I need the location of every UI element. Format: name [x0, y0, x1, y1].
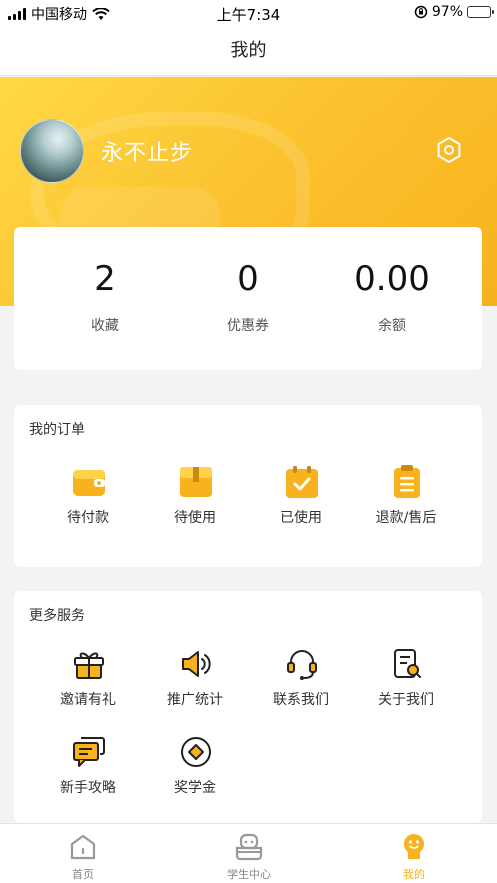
service-promotion-stats[interactable]: 推广统计	[142, 647, 248, 711]
service-label: 联系我们	[273, 692, 329, 708]
service-invite[interactable]: 邀请有礼	[35, 647, 141, 711]
service-label: 新手攻略	[60, 780, 116, 796]
order-label: 待使用	[174, 510, 216, 526]
username[interactable]: 永不止步	[101, 135, 193, 167]
stat-value: 2	[94, 259, 116, 299]
status-right: 97%	[414, 4, 494, 20]
avatar[interactable]	[20, 119, 84, 183]
coin-icon	[181, 737, 211, 767]
document-search-icon	[394, 649, 421, 678]
service-label: 关于我们	[378, 692, 434, 708]
nav-bar: 我的	[0, 26, 497, 76]
order-label: 已使用	[280, 510, 322, 526]
battery-icon	[467, 6, 494, 18]
student-center-icon	[235, 833, 263, 861]
wallet-icon	[73, 470, 105, 496]
battery-percent: 97%	[431, 4, 463, 20]
order-to-use[interactable]: 待使用	[142, 465, 248, 535]
stats-card: 2 收藏 0 优惠券 0.00 余额	[14, 227, 482, 370]
home-icon	[70, 834, 96, 860]
service-about[interactable]: 关于我们	[353, 647, 459, 711]
tab-label: 首页	[72, 868, 94, 881]
headset-icon	[287, 650, 317, 680]
tab-student-center[interactable]: 学生中心	[166, 824, 332, 883]
order-used[interactable]: 已使用	[248, 465, 354, 535]
order-label: 待付款	[67, 510, 109, 526]
orientation-lock-icon	[414, 5, 428, 19]
tab-home[interactable]: 首页	[0, 824, 166, 883]
speaker-icon	[182, 651, 211, 677]
service-label: 邀请有礼	[60, 692, 116, 708]
stat-value: 0	[237, 259, 259, 299]
service-guide[interactable]: 新手攻略	[35, 735, 141, 799]
stat-label: 余额	[378, 318, 406, 334]
stat-label: 收藏	[91, 318, 119, 334]
refund-clipboard-icon	[394, 465, 420, 498]
settings-hexagon-icon	[437, 136, 461, 164]
gift-icon	[74, 652, 104, 679]
order-pending-payment[interactable]: 待付款	[35, 465, 141, 535]
service-label: 奖学金	[174, 780, 216, 796]
chat-bubbles-icon	[73, 737, 105, 767]
services-title: 更多服务	[29, 608, 85, 624]
tab-label: 学生中心	[227, 868, 271, 881]
stat-value: 0.00	[354, 259, 430, 299]
page-title: 我的	[230, 40, 267, 61]
checked-clipboard-icon	[286, 466, 318, 498]
tab-mine[interactable]: 我的	[331, 824, 497, 883]
mine-icon	[404, 834, 424, 859]
tab-label: 我的	[403, 868, 425, 881]
order-refund[interactable]: 退款/售后	[353, 465, 459, 535]
services-card: 更多服务 邀请有礼 推广统计 联系我们 关于我们 新手攻略 奖学金	[14, 591, 482, 823]
box-icon	[180, 467, 212, 497]
service-label: 推广统计	[167, 692, 223, 708]
service-scholarship[interactable]: 奖学金	[142, 735, 248, 799]
settings-button[interactable]	[434, 135, 464, 165]
orders-title: 我的订单	[29, 422, 85, 438]
order-label: 退款/售后	[375, 510, 437, 526]
orders-card: 我的订单 待付款 待使用 已使用 退款/售后	[14, 405, 482, 567]
status-bar: 中国移动 上午7:34 97%	[0, 0, 497, 26]
service-contact[interactable]: 联系我们	[248, 647, 354, 711]
tab-bar: 首页 学生中心 我的	[0, 823, 497, 883]
stat-label: 优惠券	[227, 318, 269, 334]
